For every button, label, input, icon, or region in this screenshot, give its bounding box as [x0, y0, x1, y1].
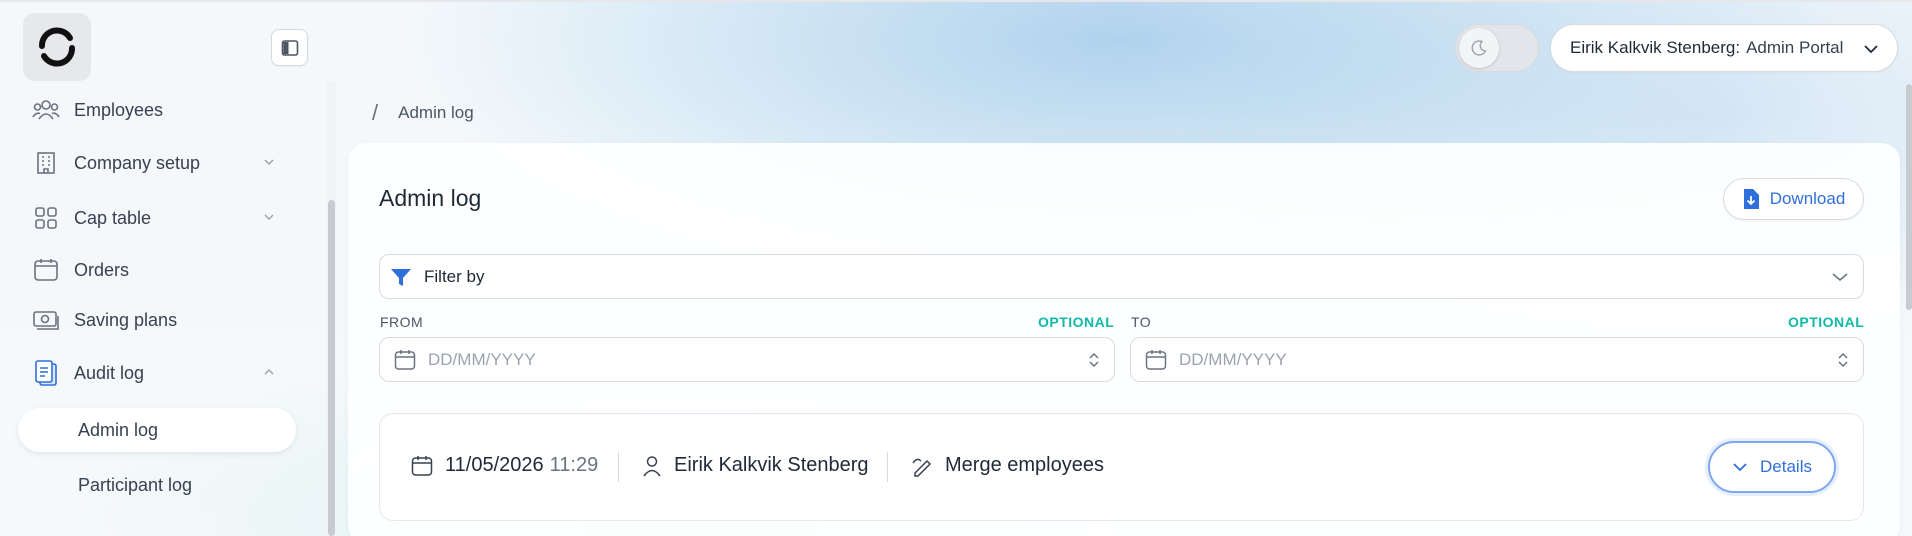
grid-icon: [18, 206, 74, 230]
users-icon: [18, 98, 74, 122]
breadcrumb-current: Admin log: [398, 103, 474, 122]
user-icon: [643, 455, 661, 476]
edit-icon: [912, 458, 932, 477]
breadcrumb-separator: /: [372, 100, 379, 125]
row-divider: [887, 452, 888, 482]
file-download-icon: [1743, 189, 1759, 209]
logo-icon: [39, 27, 75, 67]
from-date-placeholder: DD/MM/YYYY: [428, 349, 536, 369]
download-label: Download: [1769, 189, 1846, 208]
sidebar-item-label: Audit log: [74, 362, 145, 383]
sidebar-scrollbar[interactable]: [328, 200, 335, 536]
filter-icon: [391, 268, 411, 286]
sidebar-toggle-icon: [281, 39, 298, 56]
chevron-down-icon: [264, 159, 274, 166]
chevron-down-icon: [1864, 45, 1878, 54]
to-label: TO: [1131, 314, 1152, 330]
clipboard-icon: [18, 359, 74, 387]
cash-icon: [18, 308, 74, 332]
user-menu[interactable]: Eirik Kalkvik Stenberg: Admin Portal: [1550, 24, 1898, 72]
log-time-value: 11:29: [549, 454, 599, 476]
sidebar-item-audit-log[interactable]: Audit log: [18, 351, 298, 395]
user-name: Eirik Kalkvik Stenberg:: [1570, 38, 1741, 57]
sidebar-subitem-label: Admin log: [78, 419, 159, 440]
sidebar-item-employees[interactable]: Employees: [18, 88, 298, 132]
sidebar-item-label: Employees: [74, 99, 164, 120]
log-user-value: Eirik Kalkvik Stenberg: [674, 454, 869, 476]
dark-mode-toggle[interactable]: [1455, 24, 1539, 72]
chevron-down-icon: [1733, 463, 1747, 472]
portal-name: Admin Portal: [1746, 38, 1844, 57]
sidebar-item-label: Saving plans: [74, 309, 178, 330]
sidebar-subitem-admin-log[interactable]: Admin log: [18, 408, 296, 452]
filter-dropdown[interactable]: Filter by: [379, 254, 1864, 299]
log-date-value: 11/05/2026: [445, 454, 544, 476]
sidebar-item-company-setup[interactable]: Company setup: [18, 141, 298, 185]
log-entry-date: 11/05/2026 11:29: [411, 454, 598, 477]
sidebar: Employees Company setup Cap table Orders…: [0, 0, 336, 536]
from-label: FROM: [380, 314, 424, 330]
sidebar-item-saving-plans[interactable]: Saving plans: [18, 298, 298, 342]
details-button[interactable]: Details: [1708, 441, 1836, 493]
breadcrumb: / Admin log: [372, 100, 474, 126]
sidebar-item-cap-table[interactable]: Cap table: [18, 196, 298, 240]
to-date-placeholder: DD/MM/YYYY: [1179, 349, 1287, 369]
app-logo[interactable]: [23, 13, 91, 81]
stepper-icon[interactable]: [1088, 350, 1100, 370]
building-icon: [18, 151, 74, 175]
sidebar-collapse-button[interactable]: [271, 29, 308, 66]
sidebar-item-orders[interactable]: Orders: [18, 248, 298, 292]
chevron-up-icon: [264, 368, 274, 375]
stepper-icon[interactable]: [1837, 350, 1849, 370]
log-entry-action: Merge employees: [911, 454, 1104, 477]
sidebar-item-label: Cap table: [74, 207, 152, 228]
details-label: Details: [1760, 457, 1812, 476]
chevron-down-icon: [1832, 273, 1848, 282]
calendar-icon: [394, 349, 416, 370]
sidebar-subitem-label: Participant log: [78, 474, 193, 495]
chevron-down-icon: [264, 214, 274, 221]
sidebar-item-label: Company setup: [74, 152, 201, 173]
sidebar-item-label: Orders: [74, 259, 130, 280]
filter-label: Filter by: [424, 266, 485, 286]
log-action-value: Merge employees: [945, 454, 1104, 476]
to-optional-label: OPTIONAL: [1788, 314, 1865, 330]
calendar-icon: [411, 455, 433, 476]
row-divider: [618, 452, 619, 482]
page-scrollbar[interactable]: [1906, 84, 1912, 310]
moon-icon: [1471, 40, 1487, 56]
from-date-input[interactable]: DD/MM/YYYY: [379, 337, 1115, 382]
calendar-icon: [18, 258, 74, 282]
download-button[interactable]: Download: [1723, 178, 1864, 220]
log-entry-row: [379, 413, 1864, 521]
to-date-input[interactable]: DD/MM/YYYY: [1130, 337, 1864, 382]
calendar-icon: [1145, 349, 1167, 370]
sidebar-subitem-participant-log[interactable]: Participant log: [18, 463, 298, 507]
page-title: Admin log: [379, 185, 482, 211]
toggle-knob: [1459, 28, 1499, 68]
log-entry-user: Eirik Kalkvik Stenberg: [642, 454, 869, 477]
from-optional-label: OPTIONAL: [1038, 314, 1115, 330]
